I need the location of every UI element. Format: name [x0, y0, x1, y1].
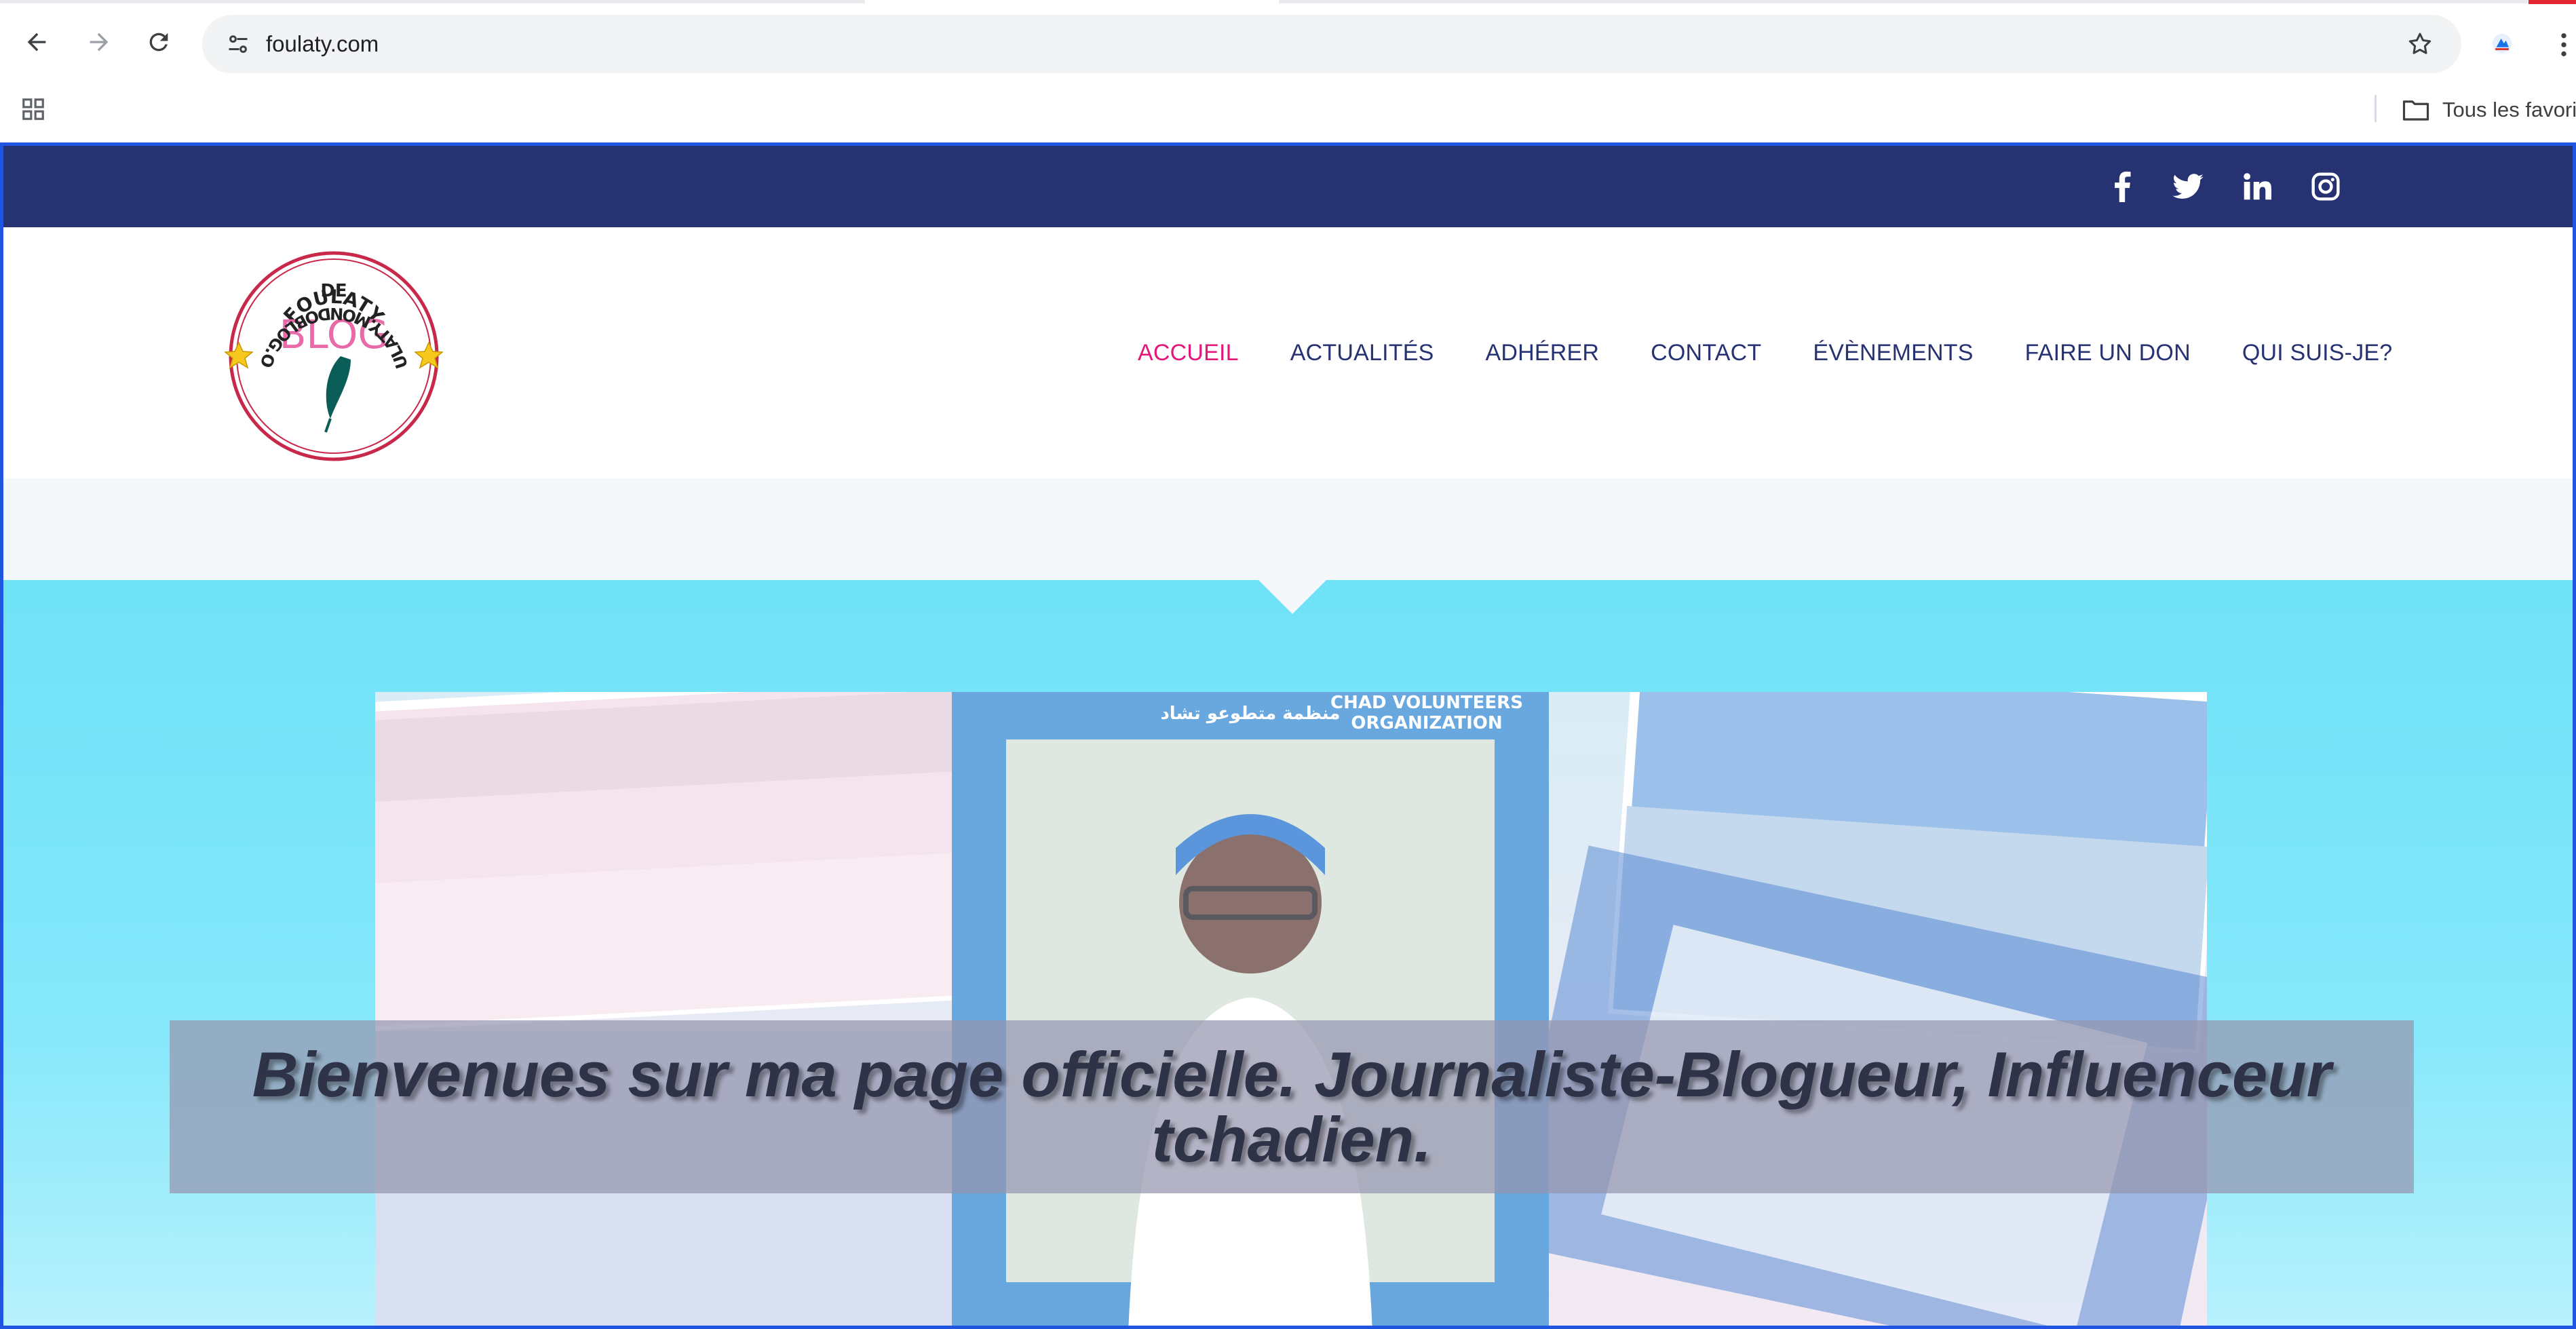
nav-item-accueil[interactable]: ACCUEIL — [1138, 339, 1239, 366]
header-spacer — [3, 478, 2573, 580]
address-bar[interactable]: foulaty.com — [202, 15, 2461, 73]
active-tab-edge[interactable] — [865, 0, 1279, 3]
nav-item-faire-un-don[interactable]: FAIRE UN DON — [2025, 339, 2191, 366]
forward-arrow-icon — [90, 33, 109, 52]
apps-grid-icon[interactable] — [18, 94, 49, 125]
instagram-icon[interactable] — [2305, 166, 2346, 207]
nav-item-evenements[interactable]: ÉVÈNEMENTS — [1813, 339, 1973, 366]
reload-icon — [149, 33, 168, 52]
page-viewport: FOULATY DE BLOG FOULATY.MONDOBLOG.ORG AC… — [0, 142, 2576, 1329]
folder-icon — [2402, 100, 2429, 121]
bookmark-star-icon[interactable] — [2403, 27, 2437, 61]
all-bookmarks-label: Tous les favoris — [2442, 98, 2576, 121]
back-button[interactable] — [18, 23, 56, 61]
twitter-icon[interactable] — [2168, 166, 2208, 207]
main-nav: ACCUEIL ACTUALITÉS ADHÉRER CONTACT ÉVÈNE… — [1138, 339, 2392, 366]
reload-button[interactable] — [140, 23, 178, 61]
nav-item-qui-suis-je[interactable]: QUI SUIS-JE? — [2242, 339, 2393, 366]
site-logo[interactable]: FOULATY DE BLOG FOULATY.MONDOBLOG.ORG — [222, 241, 453, 486]
browser-menu-icon[interactable] — [2556, 30, 2571, 60]
nav-item-actualites[interactable]: ACTUALITÉS — [1290, 339, 1434, 366]
extension-icon[interactable] — [2490, 31, 2514, 56]
all-bookmarks-button[interactable]: Tous les favoris — [2402, 91, 2576, 129]
logo-middle-text: DE — [320, 281, 347, 301]
hero-collage-image: منظمة متطوعو تشاد CHAD VOLUNTEERS ORGANI… — [375, 692, 2207, 1326]
hero-notch — [1258, 580, 1326, 614]
browser-toolbar: foulaty.com — [0, 4, 2576, 84]
back-arrow-icon — [27, 33, 46, 52]
social-top-bar — [3, 146, 2573, 227]
linkedin-icon[interactable] — [2237, 166, 2277, 207]
tab-strip — [0, 0, 2576, 4]
hero-caption-box: Bienvenues sur ma page officielle. Journ… — [170, 1020, 2414, 1193]
nav-item-adherer[interactable]: ADHÉRER — [1486, 339, 1600, 366]
hero-headline: Bienvenues sur ma page officielle. Journ… — [252, 1038, 2332, 1175]
bookmarks-bar: Tous les favoris — [0, 84, 2576, 140]
bookmarks-divider — [2375, 95, 2377, 122]
nav-item-contact[interactable]: CONTACT — [1651, 339, 1761, 366]
site-info-icon[interactable] — [223, 28, 254, 60]
facebook-icon[interactable] — [2102, 166, 2142, 207]
url-text[interactable]: foulaty.com — [266, 28, 379, 60]
forward-button[interactable] — [80, 23, 118, 61]
site-header: FOULATY DE BLOG FOULATY.MONDOBLOG.ORG AC… — [3, 227, 2573, 486]
